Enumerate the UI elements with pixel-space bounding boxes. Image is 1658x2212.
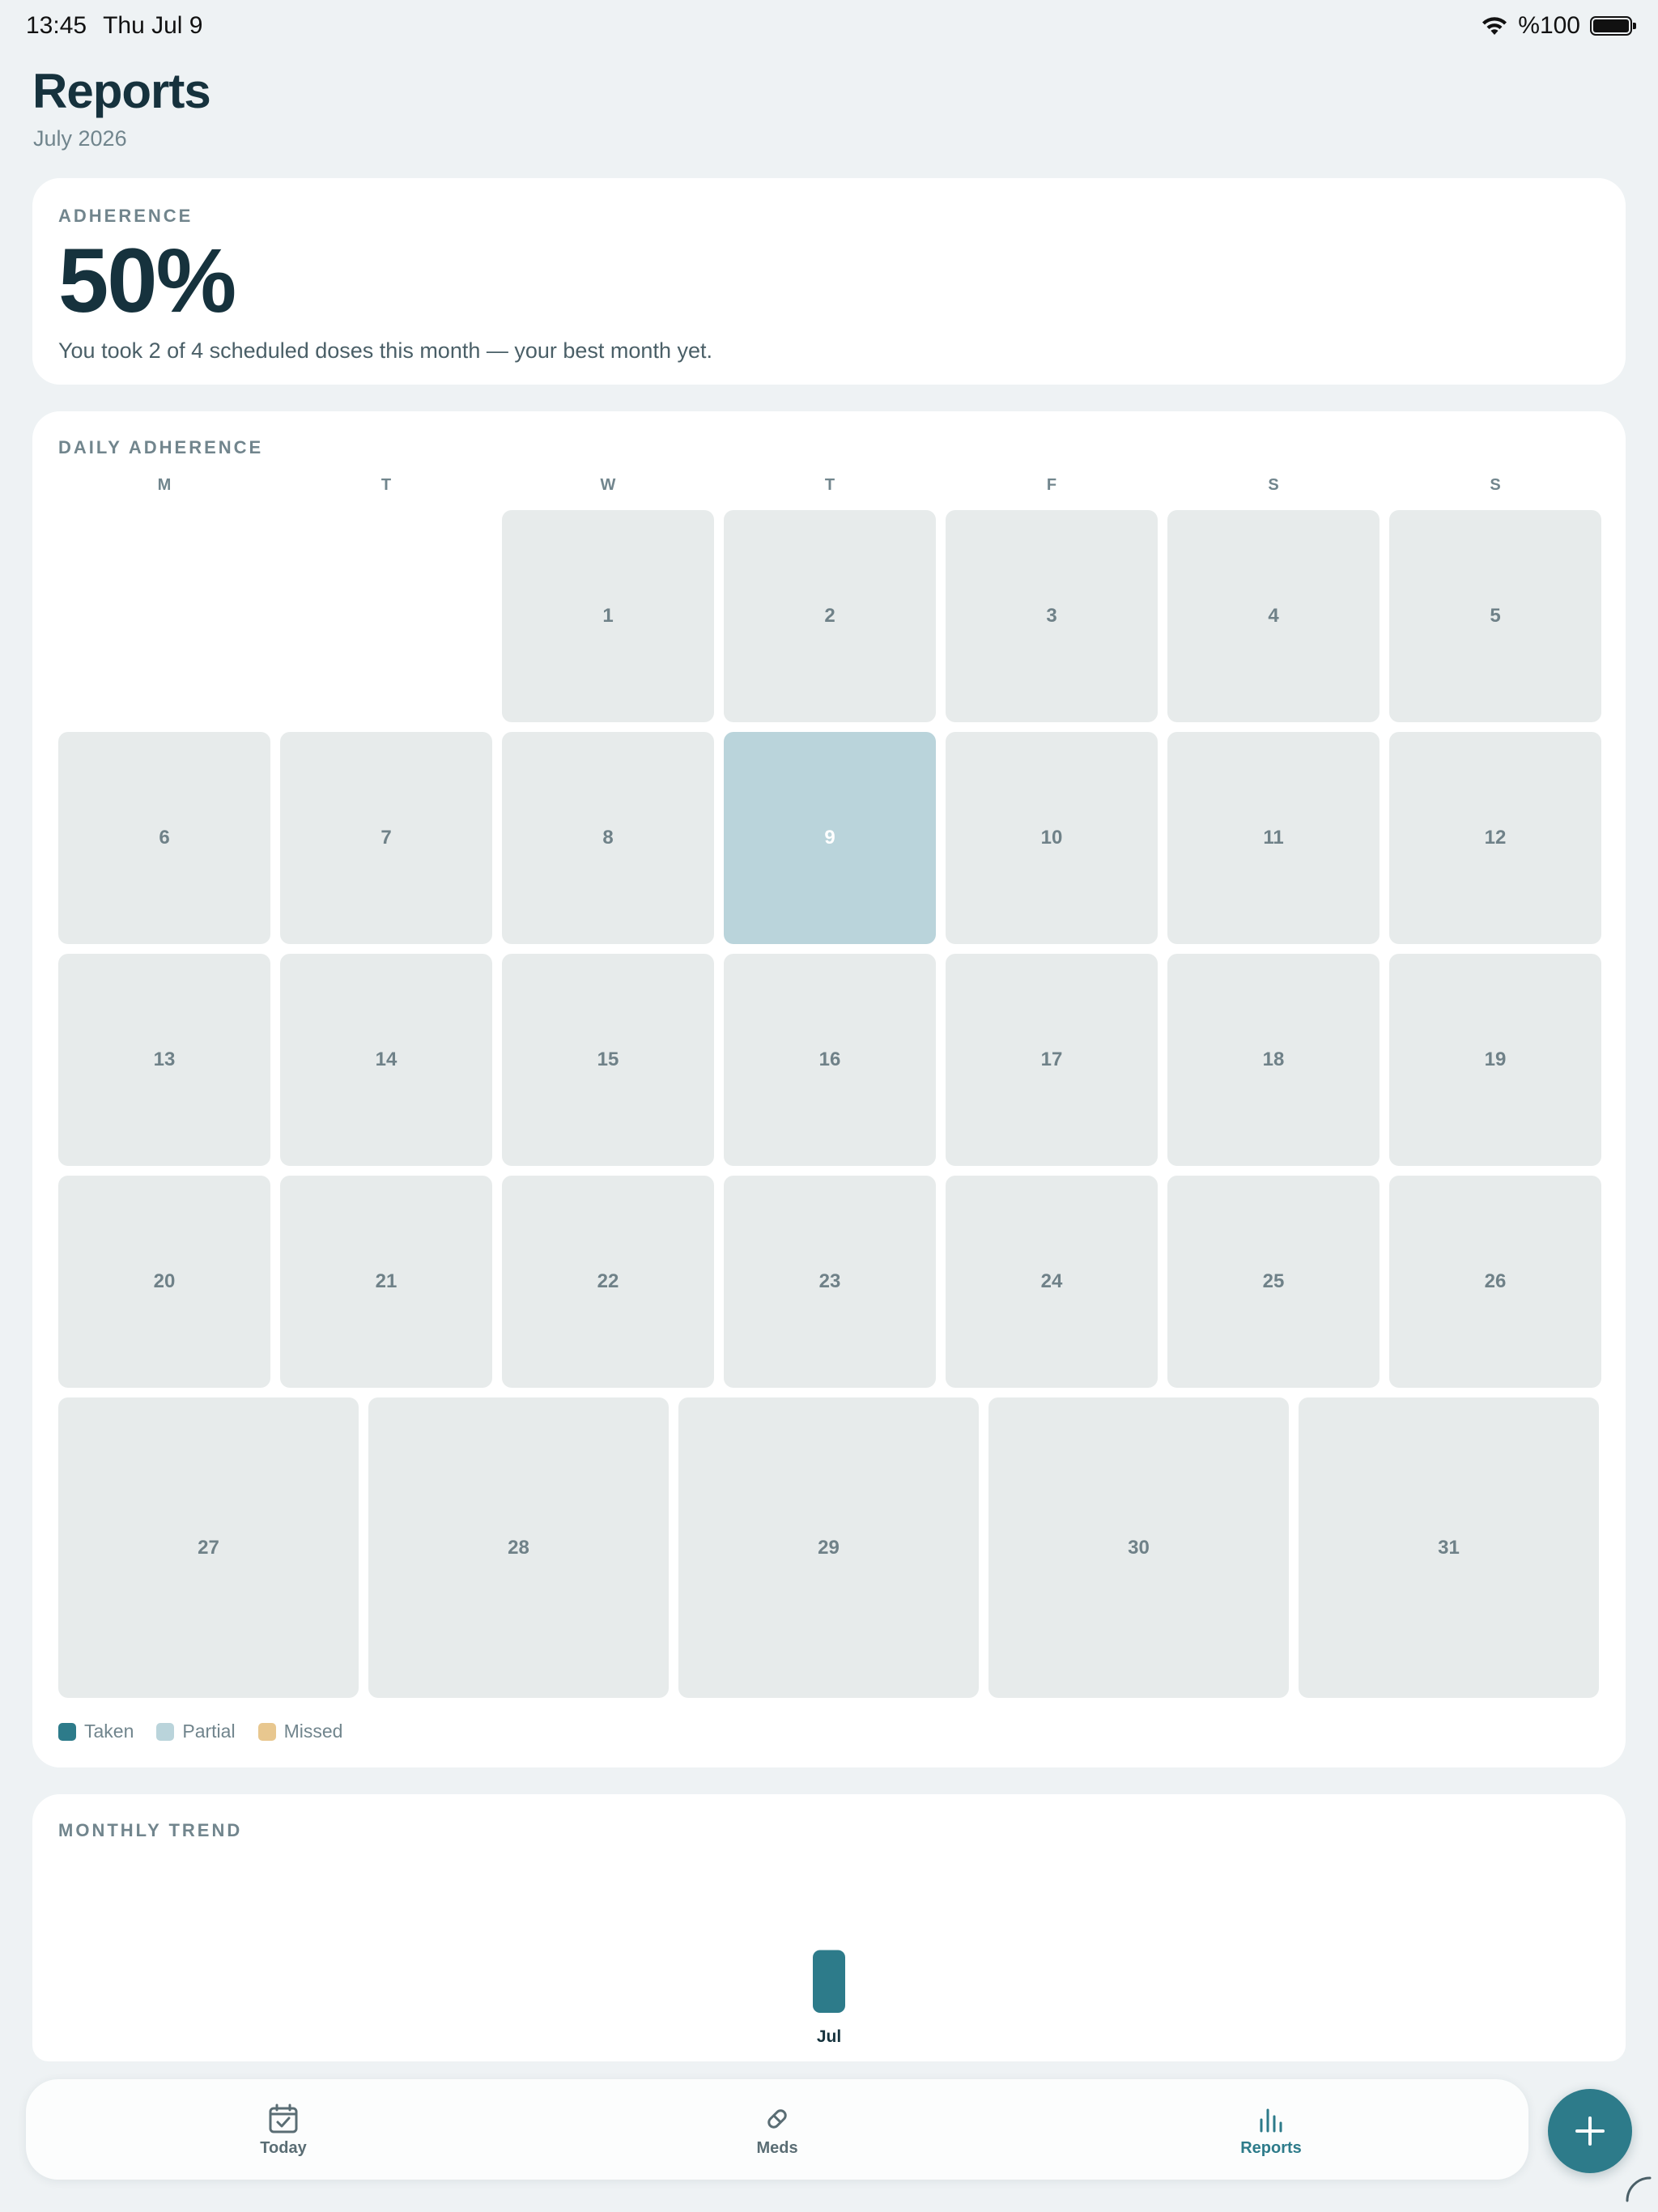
adherence-percent: 50% bbox=[58, 230, 236, 331]
trend-category-label: Jul bbox=[817, 2027, 841, 2046]
calendar-day[interactable]: 3 bbox=[946, 510, 1158, 722]
calendar-day[interactable]: 27 bbox=[58, 1397, 359, 1698]
status-bar: 13:45 Thu Jul 9 %100 bbox=[0, 0, 1658, 52]
calendar-day[interactable]: 1 bbox=[502, 510, 714, 722]
calendar-day[interactable]: 11 bbox=[1167, 732, 1380, 944]
battery-icon bbox=[1590, 16, 1636, 36]
tab-today-label: Today bbox=[260, 2138, 307, 2157]
legend-partial-swatch bbox=[156, 1722, 175, 1741]
calendar-grid: 1 2 3 4 5 6 7 8 9 10 11 12 13 14 15 16 17 18 19 20 21 22 23 24 2… bbox=[58, 510, 1601, 1388]
calendar-empty-cell bbox=[58, 510, 270, 722]
reports-screen: 13:45 Thu Jul 9 %100 Reports July 2026 A… bbox=[0, 0, 1658, 2212]
plus-icon bbox=[1575, 2116, 1605, 2146]
tab-bar: Today Meds Reports bbox=[26, 2079, 1528, 2180]
weekday-label: M bbox=[157, 476, 172, 494]
calendar-day[interactable]: 2 bbox=[724, 510, 936, 722]
calendar-day[interactable]: 9 bbox=[724, 732, 936, 944]
monthly-trend-label: MONTHLY TREND bbox=[58, 1820, 243, 1840]
weekday-label: S bbox=[1490, 476, 1501, 494]
calendar-day[interactable]: 6 bbox=[58, 732, 270, 944]
calendar-day[interactable]: 7 bbox=[280, 732, 492, 944]
tab-reports[interactable]: Reports bbox=[1190, 2079, 1352, 2180]
calendar-day[interactable]: 30 bbox=[988, 1397, 1289, 1698]
calendar-day[interactable]: 10 bbox=[946, 732, 1158, 944]
calendar-day[interactable]: 29 bbox=[678, 1397, 979, 1698]
calendar-day[interactable]: 19 bbox=[1389, 954, 1601, 1166]
calendar-day[interactable]: 28 bbox=[368, 1397, 669, 1698]
battery-percent: %100 bbox=[1518, 12, 1580, 39]
resize-handle-icon bbox=[1626, 2176, 1652, 2202]
legend-taken: Taken bbox=[58, 1721, 134, 1742]
calendar-day[interactable]: 18 bbox=[1167, 954, 1380, 1166]
tab-reports-label: Reports bbox=[1240, 2138, 1302, 2157]
calendar-day[interactable]: 22 bbox=[502, 1176, 714, 1388]
calendar-day[interactable]: 5 bbox=[1389, 510, 1601, 722]
weekday-header: M T W T F S S bbox=[58, 476, 1600, 504]
calendar-day[interactable]: 14 bbox=[280, 954, 492, 1166]
pill-icon bbox=[767, 2108, 787, 2129]
legend-taken-label: Taken bbox=[84, 1721, 134, 1742]
add-button[interactable] bbox=[1548, 2089, 1632, 2173]
adherence-card: ADHERENCE 50% You took 2 of 4 scheduled … bbox=[32, 178, 1626, 385]
calendar-day[interactable]: 31 bbox=[1299, 1397, 1599, 1698]
bar-chart-icon bbox=[1260, 2108, 1282, 2132]
calendar-day[interactable]: 23 bbox=[724, 1176, 936, 1388]
calendar-day[interactable]: 12 bbox=[1389, 732, 1601, 944]
legend-missed-swatch bbox=[257, 1722, 276, 1741]
trend-bar bbox=[813, 1950, 845, 2013]
legend-partial: Partial bbox=[156, 1721, 236, 1742]
tab-today[interactable]: Today bbox=[202, 2079, 364, 2180]
legend-taken-swatch bbox=[58, 1722, 76, 1741]
status-time: 13:45 bbox=[26, 12, 87, 39]
page-title: Reports bbox=[32, 64, 211, 118]
calendar-check-icon bbox=[269, 2104, 298, 2133]
calendar-day[interactable]: 24 bbox=[946, 1176, 1158, 1388]
calendar-day[interactable]: 8 bbox=[502, 732, 714, 944]
calendar-day[interactable]: 26 bbox=[1389, 1176, 1601, 1388]
calendar-last-week: 27 28 29 30 31 bbox=[58, 1397, 1600, 1698]
page-subtitle: July 2026 bbox=[33, 126, 127, 151]
calendar-day[interactable]: 15 bbox=[502, 954, 714, 1166]
tab-meds[interactable]: Meds bbox=[696, 2079, 858, 2180]
tab-meds-label: Meds bbox=[756, 2138, 798, 2157]
wifi-icon bbox=[1482, 17, 1507, 35]
adherence-description: You took 2 of 4 scheduled doses this mon… bbox=[58, 338, 712, 363]
calendar-day[interactable]: 13 bbox=[58, 954, 270, 1166]
calendar-day[interactable]: 21 bbox=[280, 1176, 492, 1388]
calendar-day[interactable]: 25 bbox=[1167, 1176, 1380, 1388]
legend-missed-label: Missed bbox=[283, 1721, 343, 1742]
calendar-day[interactable]: 20 bbox=[58, 1176, 270, 1388]
status-date: Thu Jul 9 bbox=[103, 12, 203, 39]
adherence-label: ADHERENCE bbox=[58, 206, 193, 226]
daily-adherence-label: DAILY ADHERENCE bbox=[58, 437, 264, 457]
weekday-label: T bbox=[824, 476, 835, 494]
calendar-day[interactable]: 16 bbox=[724, 954, 936, 1166]
calendar-day[interactable]: 17 bbox=[946, 954, 1158, 1166]
daily-adherence-card: DAILY ADHERENCE M T W T F S S 1234567891… bbox=[32, 411, 1626, 1767]
calendar-legend: Taken Partial Missed bbox=[58, 1721, 1600, 1742]
weekday-label: S bbox=[1268, 476, 1279, 494]
legend-partial-label: Partial bbox=[182, 1721, 236, 1742]
calendar-empty-cell bbox=[280, 510, 492, 722]
legend-missed: Missed bbox=[257, 1721, 343, 1742]
weekday-label: W bbox=[600, 476, 616, 494]
weekday-label: T bbox=[380, 476, 392, 494]
calendar-day[interactable]: 4 bbox=[1167, 510, 1380, 722]
weekday-label: F bbox=[1046, 476, 1057, 494]
monthly-trend-card: Jul MONTHLY TREND bbox=[32, 1794, 1626, 2061]
